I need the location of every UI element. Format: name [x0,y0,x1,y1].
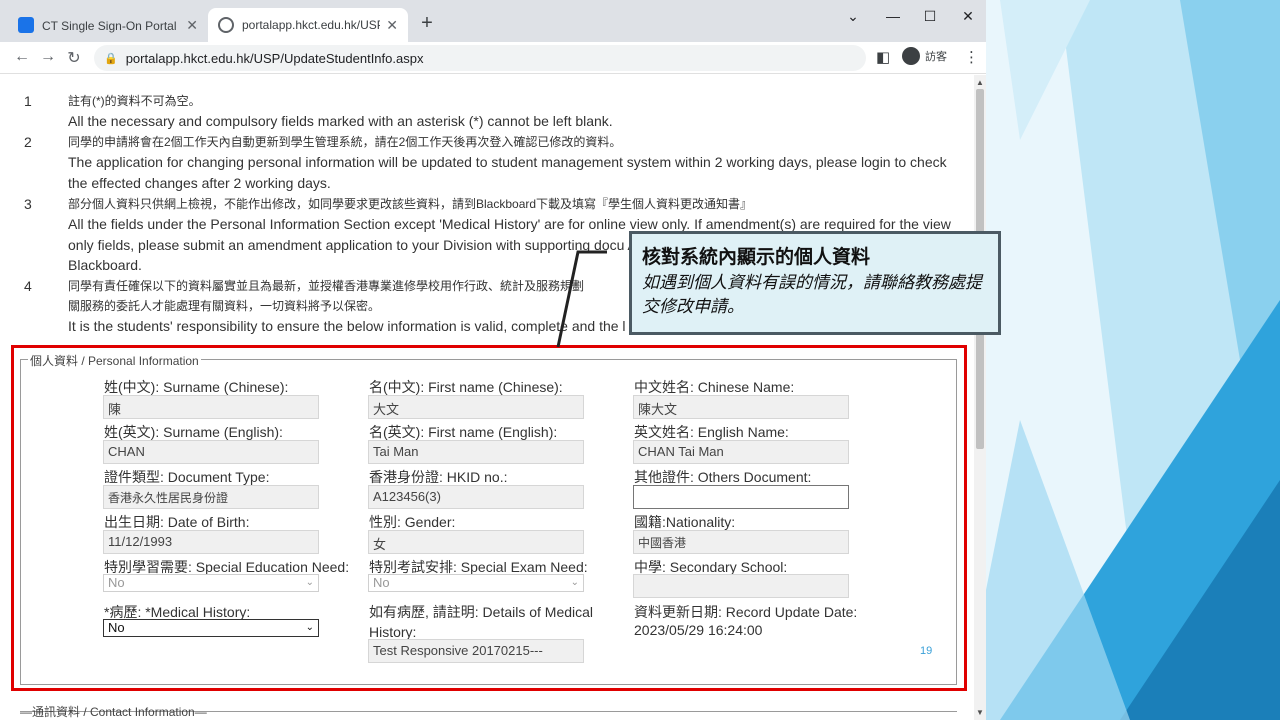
callout-pointer [556,250,607,348]
callout-box: 核對系統內顯示的個人資料 如遇到個人資料有誤的情況，請聯絡教務處提交修改申請。 [629,231,1001,335]
callout-title: 核對系統內顯示的個人資料 [642,247,871,268]
callout-body: 如遇到個人資料有誤的情況，請聯絡教務處提交修改申請。 [642,273,982,316]
